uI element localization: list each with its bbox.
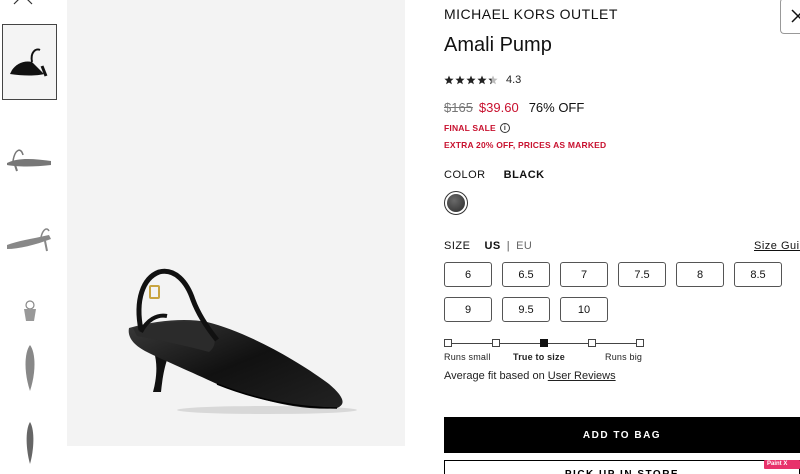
- discount-percent: 76% OFF: [528, 100, 585, 115]
- size-option[interactable]: 9.5: [502, 297, 550, 322]
- size-label: SIZE: [444, 240, 471, 252]
- shoe-angle-thumbnail-icon: [6, 228, 51, 252]
- rating-value: 4.3: [506, 74, 522, 86]
- size-system-eu[interactable]: EU: [516, 240, 532, 252]
- size-option[interactable]: 7.5: [618, 262, 666, 287]
- product-rating[interactable]: 4.3: [444, 73, 521, 87]
- star-full-icon: [444, 75, 454, 85]
- pick-up-in-store-button[interactable]: PICK UP IN STORE: [444, 460, 800, 474]
- chevron-up-icon[interactable]: [12, 0, 34, 6]
- size-system-us[interactable]: US: [484, 240, 500, 252]
- fit-runs-small: Runs small: [444, 352, 491, 362]
- color-label: COLOR: [444, 169, 486, 181]
- size-option[interactable]: 8: [676, 262, 724, 287]
- thumbnail-strip: [0, 0, 58, 474]
- color-value: BLACK: [503, 169, 545, 181]
- paint-badge: Paint X Ute: [764, 460, 800, 474]
- fit-summary: Average fit based on User Reviews: [444, 370, 616, 382]
- shoe-side-thumbnail-icon: [6, 149, 51, 172]
- size-header: SIZE US | EU Size Guide: [444, 240, 800, 252]
- rating-stars: [444, 75, 498, 85]
- size-option[interactable]: 6.5: [502, 262, 550, 287]
- fit-dot: [588, 339, 596, 347]
- thumbnail-5[interactable]: [2, 340, 57, 396]
- star-full-icon: [466, 75, 476, 85]
- color-swatch-black[interactable]: [444, 191, 468, 215]
- size-option[interactable]: 9: [444, 297, 492, 322]
- fit-dot: [636, 339, 644, 347]
- shoe-sole-thumbnail-icon: [26, 422, 33, 464]
- promo-message: EXTRA 20% OFF, PRICES AS MARKED: [444, 140, 607, 150]
- original-price: $165: [444, 100, 473, 115]
- fit-runs-big: Runs big: [605, 352, 643, 362]
- size-guide-link[interactable]: Size Guide: [754, 240, 800, 252]
- add-to-bag-button[interactable]: ADD TO BAG: [444, 417, 800, 453]
- price-row: $165 $39.60 76% OFF: [444, 100, 584, 115]
- size-system-separator: |: [506, 240, 511, 252]
- close-button[interactable]: [780, 0, 800, 34]
- size-option[interactable]: 10: [560, 297, 608, 322]
- final-sale-notice: FINAL SALE i: [444, 123, 510, 133]
- star-partial-icon: [488, 75, 498, 85]
- swatch-fill: [447, 194, 465, 212]
- shoe-back-thumbnail-icon: [23, 300, 36, 321]
- shoe-thumbnail-icon: [9, 48, 47, 77]
- color-selector-label: COLOR BLACK: [444, 169, 545, 181]
- fit-average-text: Average fit based on: [444, 370, 548, 382]
- fit-dot: [444, 339, 452, 347]
- product-title: Amali Pump: [444, 34, 552, 56]
- size-option[interactable]: 8.5: [734, 262, 782, 287]
- sale-price: $39.60: [478, 100, 519, 115]
- fit-true-to-size: True to size: [513, 352, 565, 362]
- user-reviews-link[interactable]: User Reviews: [548, 370, 616, 382]
- slingback-pump-illustration: [128, 268, 357, 414]
- star-full-icon: [455, 75, 465, 85]
- final-sale-label: FINAL SALE: [444, 123, 496, 133]
- thumbnail-4[interactable]: [2, 296, 57, 328]
- fit-dot-active: [540, 339, 548, 347]
- shoe-top-thumbnail-icon: [25, 345, 34, 391]
- thumbnail-1[interactable]: [2, 24, 57, 100]
- thumbnail-6[interactable]: [2, 416, 57, 470]
- size-option[interactable]: 6: [444, 262, 492, 287]
- thumbnail-2[interactable]: [2, 128, 57, 188]
- brand-name[interactable]: MICHAEL KORS OUTLET: [444, 6, 618, 22]
- info-icon[interactable]: i: [499, 123, 510, 133]
- star-full-icon: [477, 75, 487, 85]
- thumbnail-3[interactable]: [2, 208, 57, 268]
- close-icon: [791, 9, 800, 23]
- size-option[interactable]: 7: [560, 262, 608, 287]
- fit-dot: [492, 339, 500, 347]
- product-main-image[interactable]: [67, 0, 405, 446]
- fit-scale: [444, 339, 644, 349]
